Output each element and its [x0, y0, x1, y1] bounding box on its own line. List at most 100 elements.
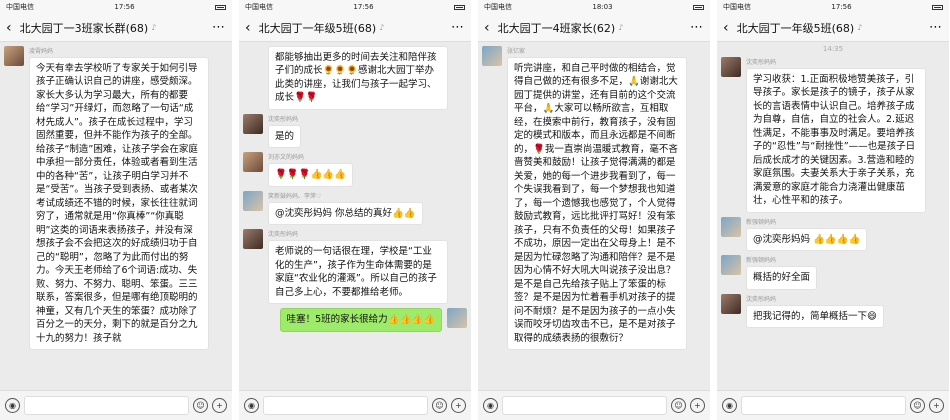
carrier: 中国电信: [6, 3, 34, 11]
battery-icon: [454, 4, 465, 10]
emoji-icon[interactable]: ☺: [671, 398, 686, 413]
chat-info-icon[interactable]: ⋯: [690, 20, 704, 35]
sender-name: 新强顿妈妈: [746, 257, 777, 265]
emoji-icon[interactable]: ☺: [432, 398, 447, 413]
avatar[interactable]: [482, 46, 502, 66]
avatar[interactable]: [721, 216, 741, 237]
message-list[interactable]: 张亿家听完讲座，和自己平时做的相结合，觉得自己做的还有很多不足，🙏谢谢北大园丁提…: [478, 42, 710, 390]
battery-icon: [693, 4, 704, 10]
back-icon[interactable]: ‹: [723, 20, 729, 36]
chat-header: ‹ 北大园丁一3班家长群(68) ♪ ⋯: [0, 14, 232, 42]
message: 沈奕彤妈妈 把我记得的，简单概括一下😄: [721, 293, 945, 329]
phone-screen-2: 中国电信 17:56 ‹ 北大园丁一年级5班(68) ♪ ⋯ 都能够抽出更多的时间去关注…: [239, 0, 472, 420]
input-bar: ◉ ☺ +: [717, 390, 949, 420]
message: 笑新鼓妈妈、李萍♡ @沈奕彤妈妈 你总结的真好👍👍: [243, 190, 467, 226]
message: 刘亦文的妈妈 🌹🌹🌹👍👍👍: [243, 152, 467, 187]
avatar[interactable]: [721, 255, 741, 276]
chat-title: 北大园丁一年级5班(68): [736, 21, 855, 35]
phone-screen-3: 中国电信 18:03 ‹ 北大园丁一4班家长(62) ♪ ⋯ 张亿家 听完讲座，和自己平时…: [478, 0, 711, 420]
voice-icon[interactable]: ◉: [244, 398, 259, 413]
message-bubble[interactable]: 概括的好全面: [746, 266, 818, 290]
mute-icon: ♪: [151, 23, 157, 32]
message-input[interactable]: [24, 396, 189, 415]
status-bar: 中国电信 17:56: [239, 0, 471, 14]
avatar[interactable]: [447, 308, 467, 329]
message-bubble[interactable]: 学习收获：1.正面积极地赞美孩子，引导孩子。家长是孩子的镜子，孩子从家长的言语表…: [746, 68, 926, 213]
message-bubble[interactable]: 今天有幸去学校听了专家关于如何引导孩子正确认识自己的讲座，感受颇深。家长大多认为…: [29, 57, 209, 351]
message-bubble[interactable]: @沈奕彤妈妈 你总结的真好👍👍: [268, 201, 423, 226]
message-bubble[interactable]: 听完讲座，和自己平时做的相结合，觉得自己做的还有很多不足，🙏谢谢北大园丁提供的讲…: [507, 57, 687, 351]
message-bubble[interactable]: @沈奕彤妈妈 👍👍👍👍: [746, 227, 868, 252]
chat-header: ‹ 北大园丁一年级5班(68) ♪ ⋯: [239, 14, 471, 42]
plus-icon[interactable]: +: [690, 398, 705, 413]
chat-header: ‹ 北大园丁一年级5班(68) ♪ ⋯: [717, 14, 949, 42]
message-input[interactable]: [741, 396, 906, 415]
status-bar: 中国电信 17:56: [717, 0, 949, 14]
status-bar: 中国电信 17:56: [0, 0, 232, 14]
avatar[interactable]: [243, 113, 263, 134]
message-bubble[interactable]: 老师说的一句话很在理，学校是“工业化的生产”，孩子作为生命体需要的是家庭“农业化…: [268, 240, 448, 305]
status-bar: 中国电信 18:03: [478, 0, 710, 14]
message: 张亿家听完讲座，和自己平时做的相结合，觉得自己做的还有很多不足，🙏谢谢北大园丁提…: [482, 46, 706, 351]
emoji-icon[interactable]: ☺: [193, 398, 208, 413]
message: 都能够抽出更多的时间去关注和陪伴孩子们的成长🌻🌻🌻感谢北大园丁举办此类的讲座，让…: [243, 46, 467, 110]
clock: 18:03: [592, 3, 613, 11]
avatar[interactable]: [243, 152, 263, 173]
chat-info-icon[interactable]: ⋯: [451, 20, 465, 35]
chat-info-icon[interactable]: ⋯: [212, 20, 226, 35]
message: 沈奕彤妈妈 是的: [243, 113, 467, 149]
sender-name: 刘亦文的妈妈: [268, 154, 305, 162]
plus-icon[interactable]: +: [929, 398, 944, 413]
phone-screen-4: 中国电信 17:56 ‹ 北大园丁一年级5班(68) ♪ ⋯ 14:35 沈奕彤妈妈 学习…: [717, 0, 950, 420]
status-icons: [932, 4, 943, 10]
message-bubble[interactable]: 哇塞！5班的家长很给力👍👍👍👍: [279, 308, 442, 332]
sender-name: 张亿家: [507, 48, 526, 55]
voice-icon[interactable]: ◉: [483, 398, 498, 413]
battery-icon: [932, 4, 943, 10]
chat-title: 北大园丁一3班家长群(68): [19, 21, 149, 35]
message: 凌霄妈妈今天有幸去学校听了专家关于如何引导孩子正确认识自己的讲座，感受颇深。家长…: [4, 46, 228, 351]
message-list[interactable]: 14:35 沈奕彤妈妈 学习收获：1.正面积极地赞美孩子，引导孩子。家长是孩子的镜…: [717, 42, 949, 390]
back-icon[interactable]: ‹: [245, 20, 251, 36]
sender-name: 沈奕彤妈妈: [268, 115, 299, 123]
chat-title: 北大园丁一年级5班(68): [258, 21, 377, 35]
avatar[interactable]: [721, 293, 741, 314]
mute-icon: ♪: [857, 23, 863, 32]
plus-icon[interactable]: +: [451, 398, 466, 413]
message-list[interactable]: 凌霄妈妈今天有幸去学校听了专家关于如何引导孩子正确认识自己的讲座，感受颇深。家长…: [0, 42, 232, 390]
carrier: 中国电信: [723, 3, 751, 11]
voice-icon[interactable]: ◉: [5, 398, 20, 413]
clock: 17:56: [114, 3, 135, 11]
sender-name: 笑新鼓妈妈、李萍♡: [268, 192, 322, 200]
message-list[interactable]: 都能够抽出更多的时间去关注和陪伴孩子们的成长🌻🌻🌻感谢北大园丁举办此类的讲座，让…: [239, 42, 471, 390]
sender-name: 沈奕彤妈妈: [746, 295, 777, 303]
plus-icon[interactable]: +: [212, 398, 227, 413]
avatar[interactable]: [4, 46, 24, 66]
message-bubble[interactable]: 都能够抽出更多的时间去关注和陪伴孩子们的成长🌻🌻🌻感谢北大园丁举办此类的讲座，让…: [268, 46, 448, 110]
avatar[interactable]: [721, 57, 741, 77]
back-icon[interactable]: ‹: [6, 20, 12, 36]
message-input[interactable]: [263, 396, 428, 415]
voice-icon[interactable]: ◉: [722, 398, 737, 413]
carrier: 中国电信: [245, 3, 273, 11]
avatar[interactable]: [243, 190, 263, 211]
mute-icon: ♪: [379, 23, 385, 32]
emoji-icon[interactable]: ☺: [910, 398, 925, 413]
message-input[interactable]: [502, 396, 667, 415]
battery-icon: [215, 4, 226, 10]
back-icon[interactable]: ‹: [484, 20, 490, 36]
sender-name: 新强顿妈妈: [746, 218, 777, 226]
message-self: 哇塞！5班的家长很给力👍👍👍👍: [243, 308, 467, 332]
mute-icon: ♪: [618, 23, 624, 32]
chat-info-icon[interactable]: ⋯: [929, 20, 943, 35]
message-bubble[interactable]: 是的: [268, 124, 302, 149]
input-bar: ◉ ☺ +: [0, 390, 232, 420]
input-bar: ◉ ☺ +: [478, 390, 710, 420]
message-bubble[interactable]: 把我记得的，简单概括一下😄: [746, 304, 884, 329]
status-icons: [215, 4, 226, 10]
message: 沈奕彤妈妈 老师说的一句话很在理，学校是“工业化的生产”，孩子作为生命体需要的是家…: [243, 229, 467, 305]
avatar[interactable]: [243, 229, 263, 250]
message-bubble[interactable]: 🌹🌹🌹👍👍👍: [268, 163, 353, 187]
clock: 17:56: [353, 3, 374, 11]
sender-name: 凌霄妈妈: [29, 48, 54, 55]
